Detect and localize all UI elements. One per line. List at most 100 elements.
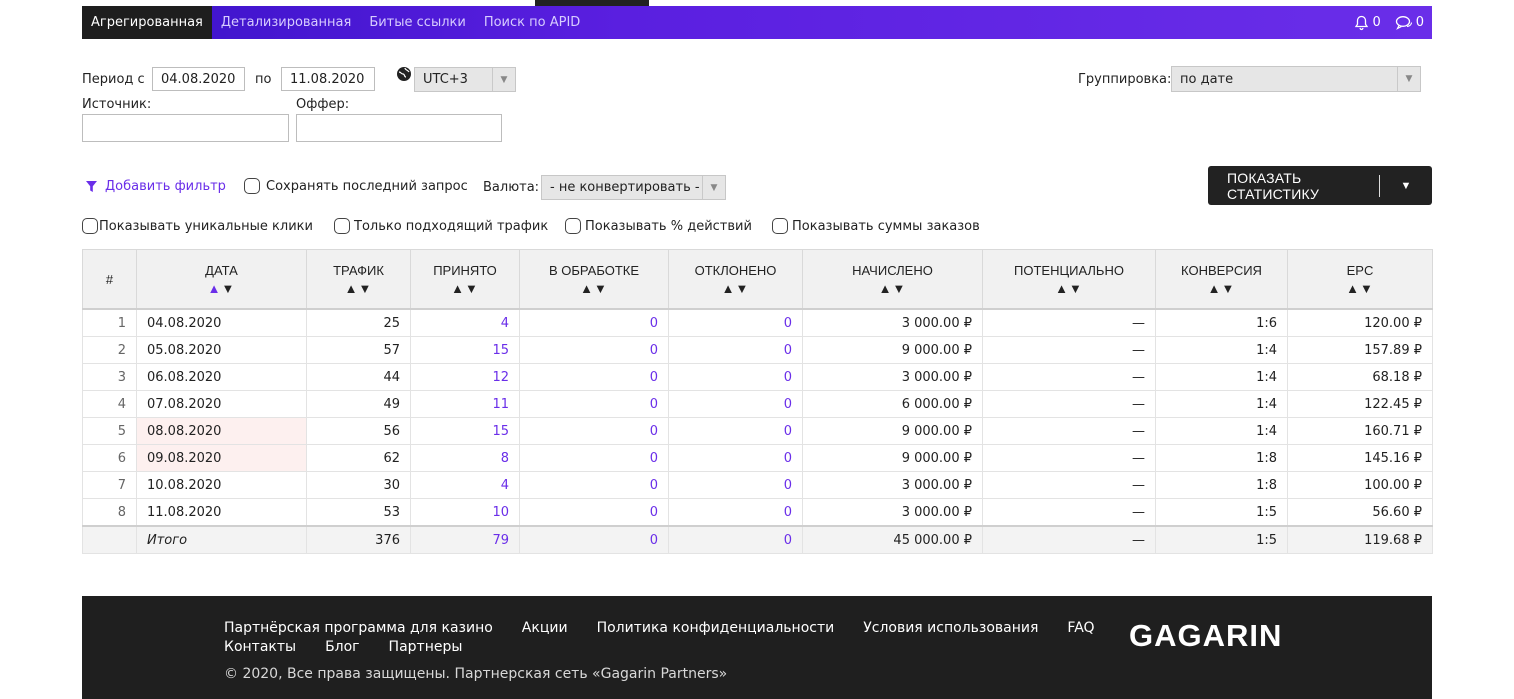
cell-traffic: 62 — [306, 444, 411, 472]
cell-conversion: 1:4 — [1155, 363, 1288, 391]
cell-accepted[interactable]: 12 — [410, 363, 520, 391]
show-unique-clicks-checkbox[interactable]: Показывать уникальные клики — [82, 218, 313, 234]
cell-date: 07.08.2020 — [136, 390, 307, 418]
header-processing[interactable]: В ОБРАБОТКЕ ▲▼ — [519, 249, 669, 310]
tab-aggregated[interactable]: Агрегированная — [82, 6, 212, 39]
show-stats-button[interactable]: ПОКАЗАТЬ СТАТИСТИКУ ▼ — [1208, 166, 1432, 205]
add-filter-link[interactable]: Добавить фильтр — [86, 179, 226, 194]
cell-rejected[interactable]: 0 — [668, 417, 803, 445]
checkbox-box — [244, 178, 260, 194]
show-percent-actions-checkbox[interactable]: Показывать % действий — [565, 218, 752, 234]
cell-processing[interactable]: 0 — [519, 308, 669, 337]
cell-processing[interactable]: 0 — [519, 390, 669, 418]
cell-total-label: Итого — [136, 525, 307, 554]
offer-input[interactable] — [296, 114, 502, 142]
cell-processing[interactable]: 0 — [519, 336, 669, 364]
cell-processing[interactable]: 0 — [519, 363, 669, 391]
cell-rejected[interactable]: 0 — [668, 390, 803, 418]
add-filter-label: Добавить фильтр — [105, 179, 226, 194]
footer-link-blog[interactable]: Блог — [325, 639, 359, 655]
cell-rejected[interactable]: 0 — [668, 471, 803, 499]
footer-link-faq[interactable]: FAQ — [1067, 620, 1094, 636]
show-unique-clicks-label: Показывать уникальные клики — [99, 218, 313, 234]
cell-conversion: 1:6 — [1155, 308, 1288, 337]
sort-arrows-icon[interactable]: ▲▼ — [1156, 281, 1287, 296]
sort-arrows-icon[interactable]: ▲▼ — [983, 281, 1155, 296]
cell-accepted[interactable]: 11 — [410, 390, 520, 418]
period-to-input[interactable]: 11.08.2020 — [281, 67, 375, 91]
header-accepted[interactable]: ПРИНЯТО ▲▼ — [410, 249, 520, 310]
cell-rejected[interactable]: 0 — [668, 336, 803, 364]
checkbox-box — [565, 218, 581, 234]
sort-arrows-icon[interactable]: ▲▼ — [307, 281, 410, 296]
save-last-query-checkbox[interactable]: Сохранять последний запрос — [244, 178, 468, 194]
currency-select[interactable]: - не конвертировать - ▼ — [541, 175, 726, 200]
cell-rejected[interactable]: 0 — [668, 498, 803, 527]
cell-accepted[interactable]: 4 — [410, 471, 520, 499]
sort-arrows-icon[interactable]: ▲▼ — [137, 281, 306, 296]
cell-accepted[interactable]: 8 — [410, 444, 520, 472]
show-order-sums-checkbox[interactable]: Показывать суммы заказов — [772, 218, 980, 234]
footer-link-partners[interactable]: Партнеры — [389, 639, 463, 655]
sort-arrows-icon[interactable]: ▲▼ — [1288, 281, 1432, 296]
header-potential[interactable]: ПОТЕНЦИАЛЬНО ▲▼ — [982, 249, 1156, 310]
notifications-button[interactable]: 0 — [1354, 15, 1381, 31]
cell-accepted[interactable]: 15 — [410, 336, 520, 364]
cell-traffic: 56 — [306, 417, 411, 445]
footer-link-privacy[interactable]: Политика конфиденциальности — [597, 620, 835, 636]
cell-date: 08.08.2020 — [136, 417, 307, 445]
table-row: 6 09.08.2020 62 8 0 0 9 000.00 ₽ —1:8 145.16 ₽ — [82, 444, 1433, 472]
sort-arrows-icon[interactable]: ▲▼ — [803, 281, 982, 296]
cell-epc: 160.71 ₽ — [1287, 417, 1433, 445]
header-accrued[interactable]: НАЧИСЛЕНО ▲▼ — [802, 249, 983, 310]
period-to-label: по — [255, 72, 272, 87]
cell-processing[interactable]: 0 — [519, 471, 669, 499]
cell-rejected[interactable]: 0 — [668, 444, 803, 472]
cell-conversion: 1:4 — [1155, 336, 1288, 364]
period-from-input[interactable]: 04.08.2020 — [152, 67, 245, 91]
table-total-row: Итого 376 79 0 0 45 000.00 ₽ —1:5 119.68 ₽ — [82, 525, 1433, 554]
header-traffic[interactable]: ТРАФИК ▲▼ — [306, 249, 411, 310]
footer-link-terms[interactable]: Условия использования — [863, 620, 1038, 636]
footer-link-casino-program[interactable]: Партнёрская программа для казино — [224, 620, 493, 636]
cell-processing[interactable]: 0 — [519, 444, 669, 472]
period-from-label: Период с — [82, 72, 145, 87]
only-matching-traffic-label: Только подходящий трафик — [354, 218, 549, 234]
gagarin-logo[interactable]: GAGARIN — [1129, 618, 1282, 654]
cell-index: 7 — [82, 471, 137, 499]
cell-date: 11.08.2020 — [136, 498, 307, 527]
sort-arrows-icon[interactable]: ▲▼ — [669, 281, 802, 296]
checkbox-box — [772, 218, 788, 234]
timezone-select[interactable]: UTC+3 ▼ — [414, 67, 516, 92]
cell-accrued: 9 000.00 ₽ — [802, 417, 983, 445]
tab-broken-links[interactable]: Битые ссылки — [360, 6, 475, 39]
only-matching-traffic-checkbox[interactable]: Только подходящий трафик — [334, 218, 548, 234]
grouping-select[interactable]: по дате ▼ — [1171, 66, 1421, 92]
sort-arrows-icon[interactable]: ▲▼ — [411, 281, 519, 296]
header-rejected[interactable]: ОТКЛОНЕНО ▲▼ — [668, 249, 803, 310]
footer-link-promotions[interactable]: Акции — [522, 620, 568, 636]
header-epc[interactable]: EPC ▲▼ — [1287, 249, 1433, 310]
cell-accepted[interactable]: 4 — [410, 308, 520, 337]
header-conversion[interactable]: КОНВЕРСИЯ ▲▼ — [1155, 249, 1288, 310]
nav-right-group: 0 0 — [1354, 15, 1432, 31]
header-date[interactable]: ДАТА ▲▼ — [136, 249, 307, 310]
cell-accepted[interactable]: 15 — [410, 417, 520, 445]
cell-accrued: 3 000.00 ₽ — [802, 471, 983, 499]
caret-down-icon[interactable]: ▼ — [1380, 180, 1432, 192]
grouping-value: по дате — [1180, 71, 1234, 87]
cell-rejected[interactable]: 0 — [668, 363, 803, 391]
tab-detailed[interactable]: Детализированная — [212, 6, 360, 39]
footer-link-contacts[interactable]: Контакты — [224, 639, 296, 655]
cell-rejected[interactable]: 0 — [668, 308, 803, 337]
cell-accepted[interactable]: 10 — [410, 498, 520, 527]
tab-search-apid[interactable]: Поиск по APID — [475, 6, 589, 39]
cell-total-empty — [82, 525, 137, 554]
sort-arrows-icon[interactable]: ▲▼ — [520, 281, 668, 296]
messages-button[interactable]: 0 — [1395, 15, 1424, 30]
source-input[interactable] — [82, 114, 289, 142]
cell-index: 4 — [82, 390, 137, 418]
cell-processing[interactable]: 0 — [519, 498, 669, 527]
cell-potential: — — [982, 417, 1156, 445]
cell-processing[interactable]: 0 — [519, 417, 669, 445]
